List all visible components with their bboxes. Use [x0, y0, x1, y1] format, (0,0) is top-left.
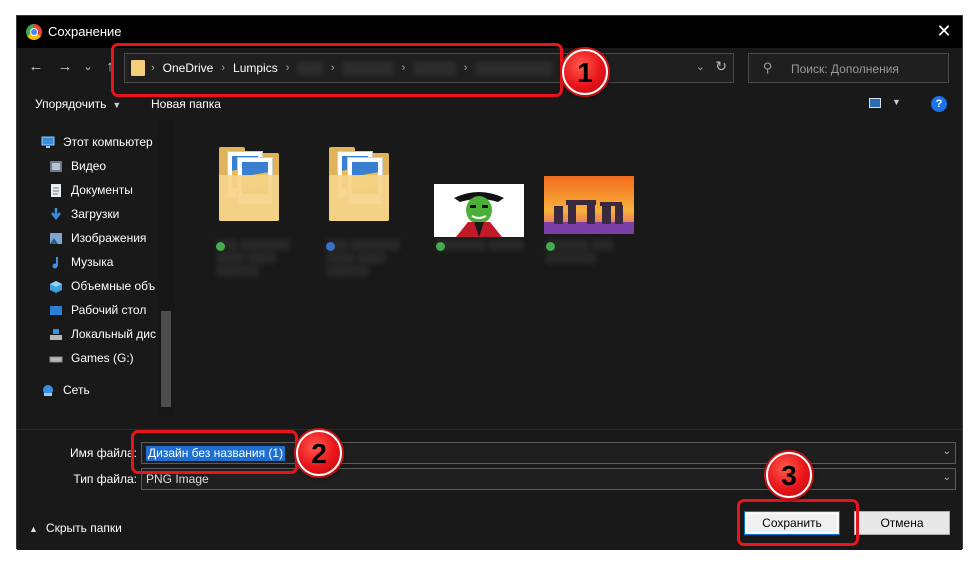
address-dropdown-icon[interactable]: ⌄: [696, 60, 705, 73]
annotation-step-1: 1: [562, 49, 608, 95]
annotation-step-2: 2: [296, 430, 342, 476]
organize-button[interactable]: Упорядочить ▼: [35, 97, 121, 111]
sidebar-item-label: Изображения: [71, 231, 147, 245]
drive-icon: [49, 352, 63, 365]
item-label-redacted: ░░░ ░░░░░░░ ░░░░ ░░░░ ░░░░░░: [216, 240, 290, 277]
network-icon: [41, 384, 55, 397]
sidebar-item-local-disk[interactable]: Локальный дис: [17, 323, 174, 345]
pictures-icon: [49, 232, 63, 245]
image-thumbnail: [434, 184, 524, 237]
folder-item[interactable]: ░░░ ░░░░░░░ ░░░░ ░░░░ ░░░░░░: [204, 131, 314, 277]
search-placeholder: Поиск: Дополнения: [791, 62, 899, 76]
sidebar-item-label: Музыка: [71, 255, 114, 269]
video-icon: [49, 160, 63, 173]
search-icon: ⚲: [763, 60, 773, 75]
annotation-step-3: 3: [766, 452, 812, 498]
chevron-up-icon: ▲: [29, 524, 38, 534]
image-item[interactable]: ░░░░░░░ ░░░░░: [424, 131, 534, 271]
sidebar-item-games-drive[interactable]: Games (G:): [17, 347, 174, 369]
sidebar-item-documents[interactable]: Документы: [17, 179, 174, 201]
sidebar-item-pictures[interactable]: Изображения: [17, 227, 174, 249]
organize-label: Упорядочить: [35, 97, 107, 111]
search-input[interactable]: ⚲ Поиск: Дополнения: [748, 53, 949, 83]
chrome-icon: [26, 24, 42, 40]
sidebar-scrollbar[interactable]: [158, 119, 174, 416]
file-list: ░░░ ░░░░░░░ ░░░░ ░░░░ ░░░░░░ ░░░ ░░░░░░░…: [174, 119, 962, 429]
downloads-icon: [49, 207, 63, 221]
item-label-redacted: ░░░░░░ ░░░ ░░░░░░░: [546, 240, 613, 264]
folder-icon: [329, 145, 389, 221]
navigation-pane: Этот компьютер Видео Документы Загрузки …: [17, 119, 174, 416]
image-item[interactable]: ░░░░░░ ░░░ ░░░░░░░: [534, 131, 644, 271]
sidebar-item-label: Сеть: [63, 383, 90, 397]
chevron-down-icon[interactable]: ⌄: [943, 472, 951, 483]
sidebar-item-this-pc[interactable]: Этот компьютер: [17, 131, 174, 153]
recent-locations-button[interactable]: ⌄: [81, 56, 95, 78]
sidebar-item-desktop[interactable]: Рабочий стол: [17, 299, 174, 321]
sidebar-item-label: Загрузки: [71, 207, 120, 221]
cancel-button[interactable]: Отмена: [854, 511, 950, 535]
sidebar-item-label: Games (G:): [71, 351, 134, 365]
filetype-label: Тип файла:: [73, 472, 137, 486]
folder-item[interactable]: ░░░ ░░░░░░░ ░░░░ ░░░░ ░░░░░░: [314, 131, 424, 277]
sidebar-item-label: Этот компьютер: [63, 135, 153, 149]
filetype-value: PNG Image: [146, 472, 209, 486]
sidebar-item-network[interactable]: Сеть: [17, 379, 174, 401]
chevron-down-icon[interactable]: ▼: [892, 97, 901, 107]
back-button[interactable]: ←: [25, 56, 47, 78]
annotation-highlight-address-bar: [111, 43, 563, 97]
desktop-icon: [49, 304, 63, 317]
close-button[interactable]: ✕: [932, 20, 956, 44]
sidebar-item-downloads[interactable]: Загрузки: [17, 203, 174, 225]
window-title: Сохранение: [48, 24, 122, 39]
folder-icon: [219, 145, 279, 221]
item-label-redacted: ░░░ ░░░░░░░ ░░░░ ░░░░ ░░░░░░: [326, 240, 400, 277]
annotation-highlight-filename: [131, 430, 298, 474]
forward-button[interactable]: →: [54, 56, 76, 78]
help-icon[interactable]: ?: [931, 96, 947, 112]
item-label-redacted: ░░░░░░░ ░░░░░: [436, 240, 524, 251]
annotation-highlight-save-button: [737, 499, 859, 546]
sidebar-item-video[interactable]: Видео: [17, 155, 174, 177]
local-disk-icon: [49, 328, 63, 341]
sidebar-item-music[interactable]: Музыка: [17, 251, 174, 273]
sidebar-item-label: Локальный дис: [71, 327, 156, 341]
sidebar-item-label: Объемные объ: [71, 279, 156, 293]
view-mode-icon[interactable]: [869, 98, 881, 108]
new-folder-button[interactable]: Новая папка: [151, 97, 221, 111]
chevron-down-icon[interactable]: ⌄: [943, 446, 951, 457]
filename-label: Имя файла:: [70, 446, 137, 460]
3d-objects-icon: [49, 280, 63, 293]
refresh-icon[interactable]: ↻: [715, 58, 727, 75]
computer-icon: [41, 136, 55, 149]
sidebar-item-label: Рабочий стол: [71, 303, 147, 317]
documents-icon: [49, 183, 63, 197]
chevron-down-icon: ▼: [112, 100, 122, 110]
sidebar-item-3d-objects[interactable]: Объемные объ: [17, 275, 174, 297]
scrollbar-thumb[interactable]: [161, 311, 171, 407]
hide-folders-label: Скрыть папки: [45, 521, 122, 535]
hide-folders-button[interactable]: ▲ Скрыть папки: [29, 521, 122, 535]
sidebar-item-label: Видео: [71, 159, 107, 173]
sidebar-item-label: Документы: [71, 183, 133, 197]
music-icon: [49, 256, 63, 269]
image-thumbnail: [544, 176, 634, 234]
